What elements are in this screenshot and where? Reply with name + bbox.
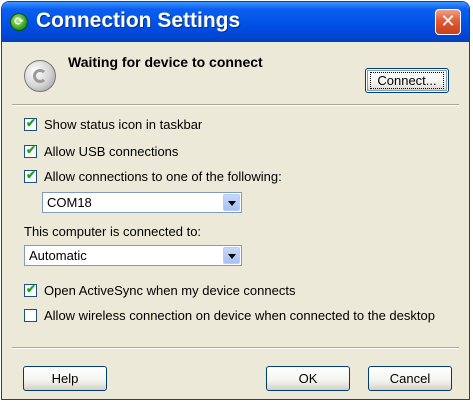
ok-button[interactable]: OK: [266, 366, 350, 391]
allow-wireless-label: Allow wireless connection on device when…: [44, 308, 435, 323]
connect-button[interactable]: Connect...: [365, 68, 449, 93]
help-button-label: Help: [51, 371, 79, 386]
open-activesync-label: Open ActiveSync when my device connects: [44, 283, 296, 298]
checkmark-icon: ✔: [26, 143, 37, 157]
show-status-icon-checkbox[interactable]: ✔: [24, 116, 37, 131]
ok-button-label: OK: [298, 371, 318, 386]
help-button[interactable]: Help: [23, 366, 107, 391]
divider: [12, 347, 459, 349]
connection-type-select[interactable]: Automatic: [24, 245, 242, 266]
port-select-value: COM18: [47, 195, 92, 210]
allow-usb-label: Allow USB connections: [44, 144, 179, 159]
sync-status-icon: [24, 60, 56, 92]
allow-port-label: Allow connections to one of the followin…: [44, 169, 282, 184]
allow-port-checkbox[interactable]: ✔: [24, 168, 37, 183]
window-title: Connection Settings: [36, 9, 241, 32]
activesync-icon: ⟳: [10, 13, 28, 31]
connected-to-label: This computer is connected to:: [24, 224, 202, 239]
chevron-down-icon[interactable]: [223, 194, 240, 211]
checkmark-icon: ✔: [26, 282, 37, 296]
close-icon: ✕: [440, 11, 456, 32]
connection-type-value: Automatic: [29, 248, 87, 263]
cancel-button[interactable]: Cancel: [368, 366, 452, 391]
checkmark-icon: ✔: [26, 168, 37, 182]
allow-usb-checkbox[interactable]: ✔: [24, 143, 37, 158]
title-bar[interactable]: ⟳ Connection Settings ✕: [2, 2, 469, 42]
open-activesync-checkbox[interactable]: ✔: [24, 282, 37, 297]
divider: [12, 104, 459, 106]
show-status-icon-label: Show status icon in taskbar: [44, 117, 203, 132]
chevron-down-icon[interactable]: [223, 247, 240, 264]
close-button[interactable]: ✕: [435, 9, 461, 35]
connection-settings-dialog: ⟳ Connection Settings ✕ Waiting for devi…: [1, 1, 470, 400]
connection-status: Waiting for device to connect: [68, 54, 263, 70]
cancel-button-label: Cancel: [389, 371, 431, 386]
checkmark-icon: ✔: [26, 116, 37, 130]
allow-wireless-checkbox[interactable]: [24, 309, 37, 322]
port-select[interactable]: COM18: [42, 192, 242, 213]
